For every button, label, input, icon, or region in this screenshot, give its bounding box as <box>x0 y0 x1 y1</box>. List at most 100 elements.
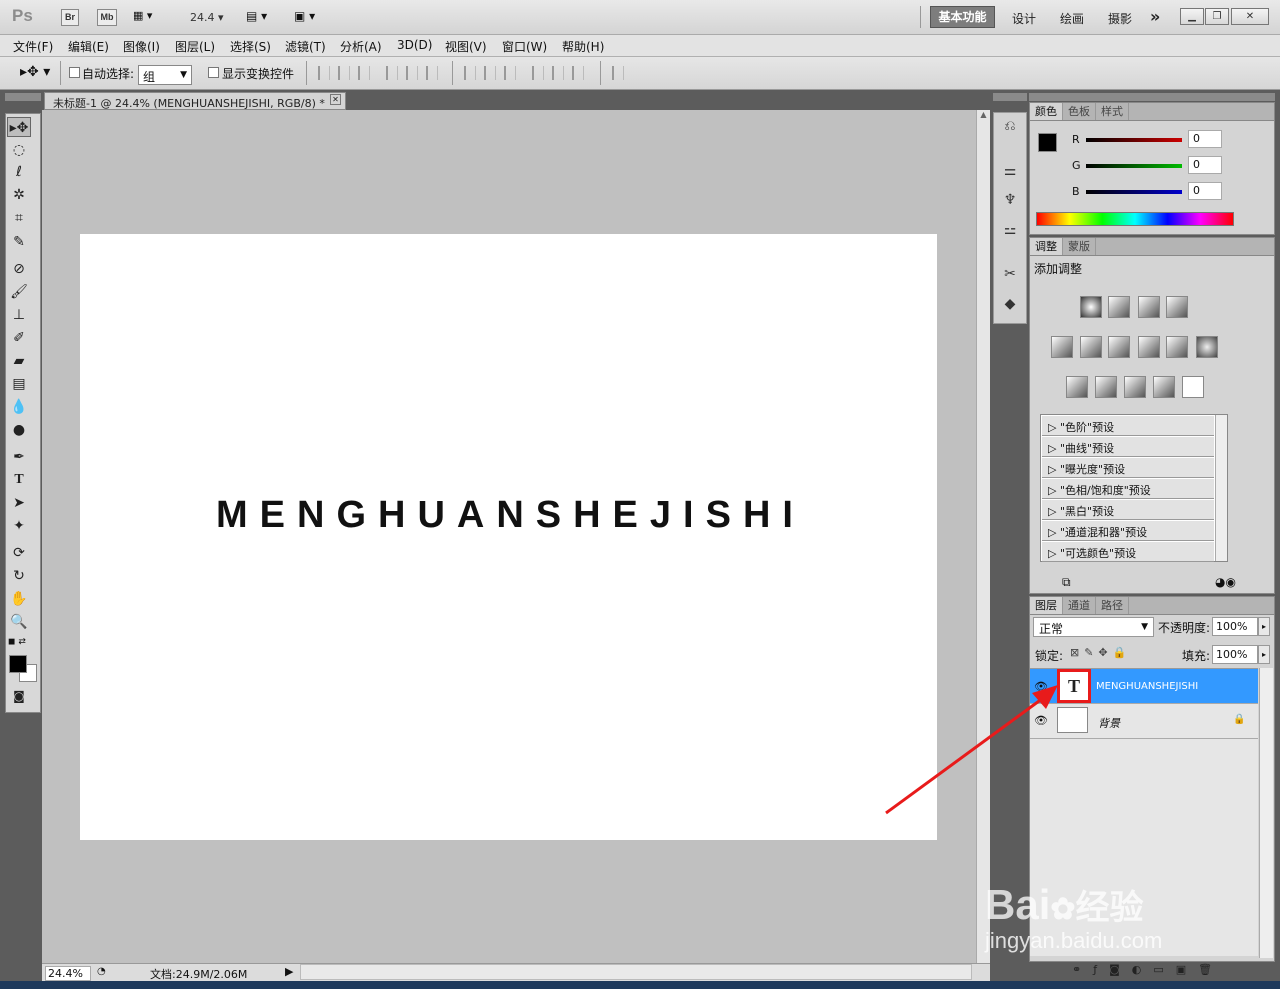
menu-analysis[interactable]: 分析(A) <box>340 38 382 55</box>
color-foreground-swatch[interactable] <box>1038 133 1057 152</box>
tools-preset-icon[interactable]: ✂ <box>1000 266 1020 286</box>
distribute-top-icon[interactable] <box>464 66 476 80</box>
eraser-tool-icon[interactable]: ▰ <box>7 351 31 371</box>
more-workspaces-icon[interactable]: » <box>1150 7 1160 26</box>
channel-mixer-icon[interactable] <box>1196 336 1218 358</box>
green-value-input[interactable]: 0 <box>1188 156 1222 174</box>
gradient-tool-icon[interactable]: ▤ <box>7 374 31 394</box>
black-white-icon[interactable] <box>1138 336 1160 358</box>
brush-tool-icon[interactable]: 🖌 <box>7 282 31 302</box>
mini-bridge-button[interactable]: Mb <box>97 9 117 26</box>
clone-source-icon[interactable]: ♆ <box>1000 192 1020 212</box>
tab-styles[interactable]: 样式 <box>1096 103 1129 120</box>
close-tab-icon[interactable]: ✕ <box>330 94 341 105</box>
vibrance-icon[interactable] <box>1051 336 1073 358</box>
adjustment-visibility-icon[interactable]: ◕◉ <box>1215 575 1236 589</box>
history-brush-tool-icon[interactable]: ✐ <box>7 328 31 348</box>
3d-orbit-tool-icon[interactable]: ↻ <box>7 566 31 586</box>
threshold-icon[interactable] <box>1124 376 1146 398</box>
blue-slider[interactable] <box>1086 190 1182 194</box>
clip-to-layer-icon[interactable]: ⧉ <box>1062 575 1071 590</box>
hue-saturation-icon[interactable] <box>1080 336 1102 358</box>
menu-help[interactable]: 帮助(H) <box>562 38 604 55</box>
align-right-icon[interactable] <box>426 66 438 80</box>
preset-black-white[interactable]: ▷ "黑白"预设 <box>1042 500 1214 520</box>
tab-adjustments[interactable]: 调整 <box>1030 238 1063 255</box>
marquee-tool-icon[interactable]: ◌ <box>7 140 31 160</box>
menu-image[interactable]: 图像(I) <box>123 38 160 55</box>
workspace-design[interactable]: 设计 <box>1012 10 1036 27</box>
preset-selective-color[interactable]: ▷ "可选颜色"预设 <box>1042 542 1214 562</box>
blue-value-input[interactable]: 0 <box>1188 182 1222 200</box>
horizontal-scrollbar[interactable] <box>300 964 972 980</box>
lock-icons[interactable]: ⊠✎✥🔒 <box>1070 646 1131 659</box>
path-selection-tool-icon[interactable]: ➤ <box>7 493 31 513</box>
workspace-painting[interactable]: 绘画 <box>1060 10 1084 27</box>
foreground-color-swatch[interactable] <box>9 655 27 673</box>
tab-channels[interactable]: 通道 <box>1063 597 1096 614</box>
green-slider[interactable] <box>1086 164 1182 168</box>
status-zoom[interactable]: 24.4% <box>45 966 91 981</box>
selective-color-icon[interactable] <box>1182 376 1204 398</box>
tools-panel-header[interactable] <box>5 93 41 101</box>
presets-scrollbar[interactable] <box>1215 415 1227 561</box>
eyedropper-tool-icon[interactable]: ✎ <box>7 232 31 252</box>
color-spectrum-bar[interactable] <box>1036 212 1234 226</box>
status-menu-arrow-icon[interactable]: ▶ <box>285 965 293 978</box>
quick-mask-icon[interactable]: ◙ <box>7 686 31 706</box>
fill-arrow-icon[interactable]: ▸ <box>1258 645 1270 664</box>
brightness-contrast-icon[interactable] <box>1080 296 1102 318</box>
menu-layer[interactable]: 图层(L) <box>175 38 215 55</box>
workspace-photography[interactable]: 摄影 <box>1108 10 1132 27</box>
distribute-bottom-icon[interactable] <box>504 66 516 80</box>
color-balance-icon[interactable] <box>1108 336 1130 358</box>
align-bottom-icon[interactable] <box>358 66 370 80</box>
tab-layers[interactable]: 图层 <box>1030 597 1063 614</box>
auto-align-icon[interactable] <box>612 66 624 80</box>
menu-view[interactable]: 视图(V) <box>445 38 487 55</box>
blur-tool-icon[interactable]: 💧 <box>7 397 31 417</box>
menu-3d[interactable]: 3D(D) <box>397 38 432 52</box>
red-slider[interactable] <box>1086 138 1182 142</box>
tab-swatches[interactable]: 色板 <box>1063 103 1096 120</box>
menu-window[interactable]: 窗口(W) <box>502 38 547 55</box>
close-icon[interactable]: ✕ <box>1231 8 1269 25</box>
align-left-icon[interactable] <box>386 66 398 80</box>
blend-mode-select[interactable]: 正常 ▼ <box>1033 617 1154 637</box>
healing-brush-tool-icon[interactable]: ⊘ <box>7 259 31 279</box>
red-value-input[interactable]: 0 <box>1188 130 1222 148</box>
3d-panel-icon[interactable]: ◆ <box>1000 296 1020 316</box>
vertical-scrollbar[interactable]: ▲ <box>976 110 990 963</box>
menu-file[interactable]: 文件(F) <box>13 38 53 55</box>
screen-mode-button[interactable]: ▣ ▾ <box>294 9 328 26</box>
layers-bottom-icons[interactable]: ⚭ƒ◙◐▭▣🗑 <box>1072 963 1224 976</box>
panels-dock-header[interactable] <box>1029 93 1275 101</box>
layer-name-background[interactable]: 背景 <box>1098 715 1120 731</box>
character-panel-icon[interactable]: ⚍ <box>1000 222 1020 242</box>
type-tool-icon[interactable]: T <box>7 470 31 490</box>
distribute-left-icon[interactable] <box>532 66 544 80</box>
opacity-input[interactable]: 100% <box>1212 617 1258 636</box>
opacity-arrow-icon[interactable]: ▸ <box>1258 617 1270 636</box>
brush-presets-icon[interactable]: ⚌ <box>1000 163 1020 183</box>
align-hcenter-icon[interactable] <box>406 66 418 80</box>
posterize-icon[interactable] <box>1095 376 1117 398</box>
arrange-documents-button[interactable]: ▤ ▾ <box>246 9 280 26</box>
tab-color[interactable]: 颜色 <box>1030 103 1063 120</box>
auto-select-checkbox[interactable] <box>69 67 80 78</box>
3d-rotate-tool-icon[interactable]: ⟳ <box>7 543 31 563</box>
distribute-right-icon[interactable] <box>572 66 584 80</box>
canvas-text-layer[interactable]: MENGHUANSHEJISHI <box>216 494 805 537</box>
show-transform-checkbox[interactable] <box>208 67 219 78</box>
curves-icon[interactable] <box>1138 296 1160 318</box>
invert-icon[interactable] <box>1066 376 1088 398</box>
photo-filter-icon[interactable] <box>1166 336 1188 358</box>
menu-select[interactable]: 选择(S) <box>230 38 271 55</box>
menu-edit[interactable]: 编辑(E) <box>68 38 109 55</box>
document-tab[interactable]: 未标题-1 @ 24.4% (MENGHUANSHEJISHI, RGB/8) … <box>44 92 346 110</box>
view-extras-button[interactable]: ▦ ▾ <box>133 9 165 26</box>
preset-curves[interactable]: ▷ "曲线"预设 <box>1042 437 1214 457</box>
workspace-essentials[interactable]: 基本功能 <box>930 6 995 28</box>
menu-filter[interactable]: 滤镜(T) <box>285 38 326 55</box>
shape-tool-icon[interactable]: ✦ <box>7 516 31 536</box>
